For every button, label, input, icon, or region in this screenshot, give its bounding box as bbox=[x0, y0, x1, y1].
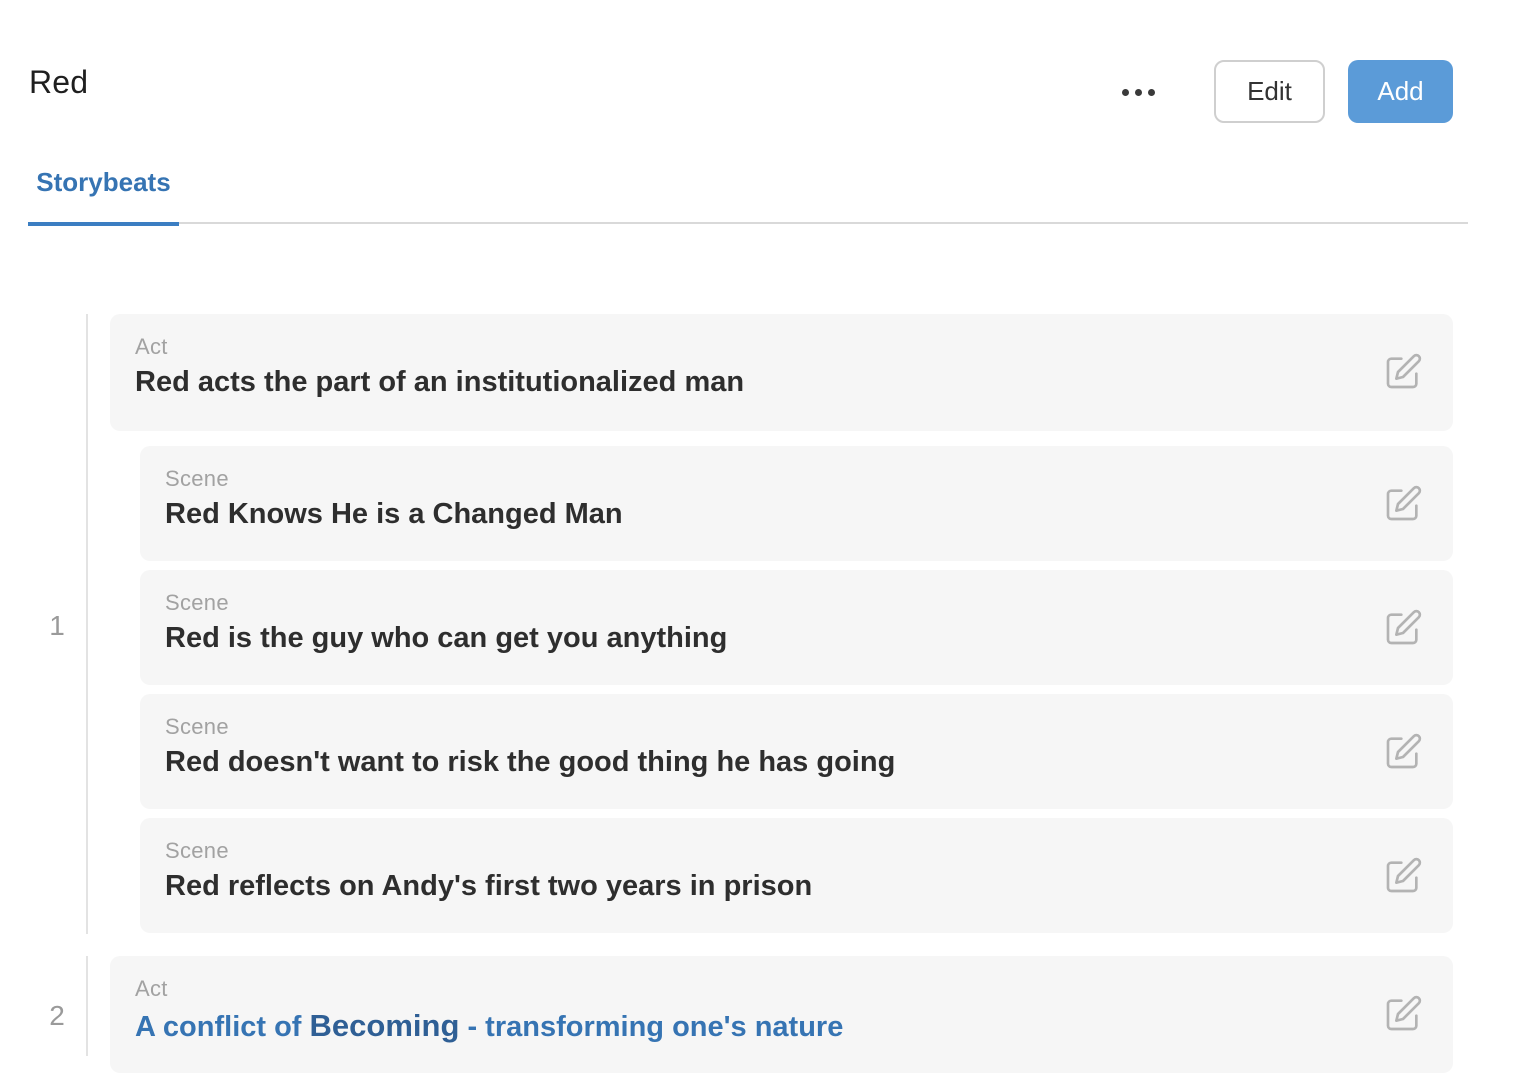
scene-kind-label: Scene bbox=[165, 466, 229, 491]
act-card-1[interactable]: Act Red acts the part of an institutiona… bbox=[110, 314, 1453, 431]
scene-title: Red is the guy who can get you anything bbox=[165, 622, 728, 654]
act-kind-label: Act bbox=[135, 976, 168, 1001]
act-card-2[interactable]: Act A conflict of Becoming - transformin… bbox=[110, 956, 1453, 1073]
group-number-1: 1 bbox=[49, 610, 65, 641]
edit-icon[interactable] bbox=[1383, 352, 1423, 392]
edit-icon[interactable] bbox=[1383, 856, 1423, 896]
act-title-suffix: - transforming one's nature bbox=[467, 1011, 844, 1043]
act-kind-label: Act bbox=[135, 334, 168, 359]
group-1-connector-line bbox=[86, 314, 88, 934]
edit-icon[interactable] bbox=[1383, 732, 1423, 772]
act-title-emphasis[interactable]: Becoming bbox=[310, 1008, 460, 1043]
scene-card-1[interactable]: Scene Red Knows He is a Changed Man bbox=[140, 446, 1453, 561]
tab-storybeats[interactable]: Storybeats bbox=[28, 140, 179, 226]
add-button[interactable]: Add bbox=[1348, 60, 1453, 123]
scene-kind-label: Scene bbox=[165, 838, 229, 863]
scene-title: Red Knows He is a Changed Man bbox=[165, 498, 623, 530]
scene-card-2[interactable]: Scene Red is the guy who can get you any… bbox=[140, 570, 1453, 685]
edit-button[interactable]: Edit bbox=[1214, 60, 1325, 123]
edit-icon[interactable] bbox=[1383, 484, 1423, 524]
scene-title: Red doesn't want to risk the good thing … bbox=[165, 746, 896, 778]
scene-kind-label: Scene bbox=[165, 714, 229, 739]
more-options-button[interactable] bbox=[1112, 72, 1164, 112]
ellipsis-icon bbox=[1121, 88, 1129, 96]
group-number-2: 2 bbox=[49, 1000, 65, 1031]
tab-bar: Storybeats bbox=[28, 140, 1468, 226]
scene-title: Red reflects on Andy's first two years i… bbox=[165, 870, 813, 902]
act-title-prefix: A conflict of bbox=[135, 1011, 302, 1043]
edit-icon[interactable] bbox=[1383, 994, 1423, 1034]
act-title: Red acts the part of an institutionalize… bbox=[135, 366, 745, 398]
scene-kind-label: Scene bbox=[165, 590, 229, 615]
page-title: Red bbox=[29, 64, 89, 100]
scene-card-3[interactable]: Scene Red doesn't want to risk the good … bbox=[140, 694, 1453, 809]
group-2-connector-line bbox=[86, 956, 88, 1056]
ellipsis-icon-dot bbox=[1147, 88, 1155, 96]
edit-icon[interactable] bbox=[1383, 608, 1423, 648]
ellipsis-icon-dot bbox=[1134, 88, 1142, 96]
act-title-link[interactable]: A conflict of Becoming - transforming on… bbox=[135, 1008, 843, 1044]
scene-card-4[interactable]: Scene Red reflects on Andy's first two y… bbox=[140, 818, 1453, 933]
